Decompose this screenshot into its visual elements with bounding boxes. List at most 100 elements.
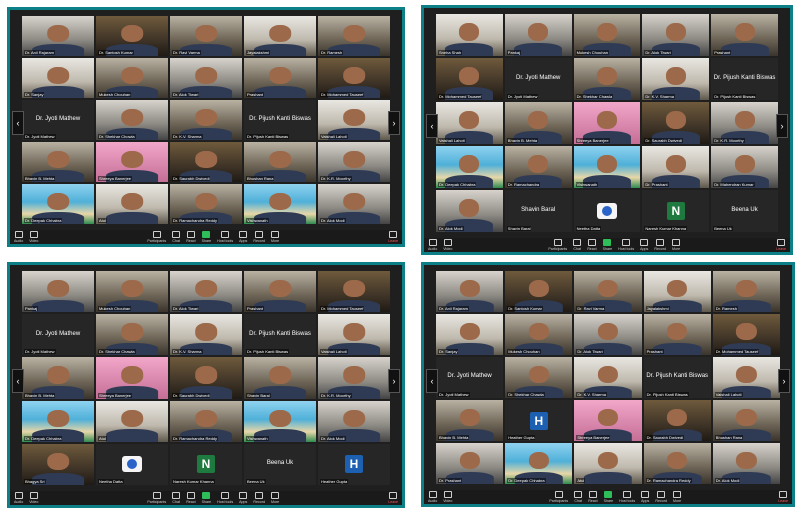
participant-tile[interactable]: Vaishali Lahoti xyxy=(436,102,503,144)
toolbar-more-button[interactable]: More xyxy=(673,491,681,503)
toolbar-share-button[interactable]: Share xyxy=(603,239,612,251)
toolbar-leave-button[interactable]: Leave xyxy=(776,239,786,251)
toolbar-apps-button[interactable]: Apps xyxy=(640,239,648,251)
participant-tile[interactable]: Dr. Saurabh Dwivedi xyxy=(170,142,242,182)
participant-tile[interactable]: Vaishali Lahoti xyxy=(318,314,390,356)
participant-tile[interactable]: Sneha Shah xyxy=(436,14,503,56)
next-page-arrow[interactable]: › xyxy=(388,111,400,135)
participant-tile[interactable]: Dr. K.V. Sharma xyxy=(574,357,642,398)
participant-tile[interactable]: Dr. Pijush Kanti Biswas Dr. Pijush Kanti … xyxy=(711,58,778,100)
previous-page-arrow[interactable]: ‹ xyxy=(12,111,24,135)
participant-tile[interactable]: Shavin Baral Shavin Baral xyxy=(504,190,572,232)
toolbar-audio-button[interactable]: Audio xyxy=(14,492,23,504)
participant-tile[interactable]: Dr. K.V. Sharma xyxy=(170,100,242,140)
toolbar-video-button[interactable]: Video xyxy=(443,239,452,251)
participant-tile[interactable]: Bhavin B. Mehta xyxy=(22,357,94,399)
participant-tile[interactable]: Atul xyxy=(96,184,168,224)
participant-tile[interactable]: Prashant xyxy=(711,14,778,56)
toolbar-video-button[interactable]: Video xyxy=(29,492,38,504)
participant-tile[interactable]: Shreeya Banerjee xyxy=(573,102,641,144)
participant-tile[interactable]: Dr. Alok Modi xyxy=(712,443,780,484)
participant-tile[interactable]: Mukesh Chouhan xyxy=(96,271,168,313)
participant-tile[interactable]: Beena Uk Beena Uk xyxy=(711,190,778,232)
toolbar-audio-button[interactable]: Audio xyxy=(428,491,437,503)
participant-tile[interactable]: Dr. Ramachandra Reddy xyxy=(643,443,711,484)
participant-tile[interactable]: Dr. Ramachandra Reddy xyxy=(170,400,242,442)
participant-tile[interactable]: Dr. Jyoti Mathew Dr. Jyoti Mathew xyxy=(504,58,572,100)
toolbar-leave-button[interactable]: Leave xyxy=(778,491,788,503)
participant-tile[interactable]: Vishwanath xyxy=(244,184,316,224)
participant-tile[interactable]: Dr. Pijush Kanti Biswas Dr. Pijush Kanti … xyxy=(244,100,316,140)
participant-tile[interactable]: Jayalakshmi xyxy=(643,271,711,312)
participant-tile[interactable]: Dr. Sanjay xyxy=(22,58,94,98)
next-page-arrow[interactable]: › xyxy=(776,114,788,138)
toolbar-chat-button[interactable]: Chat xyxy=(172,231,181,243)
participant-tile[interactable]: Dr. Santosh Kumar xyxy=(505,271,573,312)
participant-tile[interactable]: Dr. Pijush Kanti Biswas Dr. Pijush Kanti … xyxy=(643,357,711,398)
participant-tile[interactable]: Mukesh Chouhan xyxy=(96,58,168,98)
participant-tile[interactable]: Dr. K.V. Sharma xyxy=(642,58,710,100)
previous-page-arrow[interactable]: ‹ xyxy=(426,368,438,393)
participant-tile[interactable]: Prashant xyxy=(643,314,711,355)
toolbar-record-button[interactable]: Record xyxy=(253,231,265,243)
participant-tile[interactable]: Bhavin B. Mehta xyxy=(22,142,94,182)
participant-tile[interactable]: H Heather Gupta xyxy=(505,400,573,441)
participant-tile[interactable]: Bhushan Rana xyxy=(712,400,780,441)
participant-tile[interactable]: N Naresh Kumar Khanna xyxy=(642,190,710,232)
toolbar-record-button[interactable]: Record xyxy=(253,492,265,504)
participant-tile[interactable]: Dr. Mohammed Tauseef xyxy=(712,314,780,355)
participant-tile[interactable]: Vaishali Lahoti xyxy=(318,100,390,140)
toolbar-participants-button[interactable]: Participants xyxy=(548,239,567,251)
participant-tile[interactable]: Pankaj xyxy=(22,271,94,313)
participant-tile[interactable]: Dr. Ramesh xyxy=(318,16,390,56)
participant-tile[interactable]: Dr. Mohammed Tauseef xyxy=(318,271,390,313)
participant-tile[interactable]: Dr. Shekhar Chawla xyxy=(96,314,168,356)
participant-tile[interactable]: Mukesh Chouhan xyxy=(505,314,573,355)
next-page-arrow[interactable]: › xyxy=(388,369,400,393)
toolbar-host-button[interactable]: Host tools xyxy=(618,239,634,251)
participant-tile[interactable]: Pankaj xyxy=(504,14,572,56)
participant-tile[interactable]: Dr. Ravi Varma xyxy=(170,16,242,56)
toolbar-react-button[interactable]: React xyxy=(186,231,196,243)
toolbar-leave-button[interactable]: Leave xyxy=(388,231,398,243)
participant-tile[interactable]: Dr. Prashant xyxy=(642,146,710,188)
participant-tile[interactable]: Dr. Santosh Kumar xyxy=(96,16,168,56)
participant-tile[interactable]: Atul xyxy=(96,400,168,442)
toolbar-host-button[interactable]: Host tools xyxy=(619,491,635,503)
participant-tile[interactable]: Dr. K.R. Moorthy xyxy=(711,102,778,144)
participant-tile[interactable]: Dr. Shekhar Chawla xyxy=(573,58,641,100)
participant-tile[interactable]: Dr. Alok Modi xyxy=(318,400,390,442)
participant-tile[interactable]: Shavin Baral xyxy=(244,357,316,399)
participant-tile[interactable]: Dr. Mohammed Tauseef xyxy=(318,58,390,98)
participant-tile[interactable]: Bhagya Sri xyxy=(22,443,94,485)
participant-tile[interactable]: Dr. Alok Tiwari xyxy=(170,271,242,313)
participant-tile[interactable]: Dr. Alok Tiwari xyxy=(642,14,710,56)
participant-tile[interactable]: Dr. Alok Modi xyxy=(318,184,390,224)
participant-tile[interactable]: Vaishali Lahoti xyxy=(712,357,780,398)
toolbar-video-button[interactable]: Video xyxy=(443,491,452,503)
participant-tile[interactable]: H Heather Gupta xyxy=(318,443,390,485)
participant-tile[interactable]: Dr. K.R. Moorthy xyxy=(318,357,390,399)
participant-tile[interactable]: Atul xyxy=(574,443,642,484)
participant-tile[interactable]: Dr. Deepak Chhabra xyxy=(22,400,94,442)
participant-tile[interactable]: Dr. Pijush Kanti Biswas Dr. Pijush Kanti … xyxy=(244,314,316,356)
participant-tile[interactable]: Shreeya Banerjee xyxy=(96,357,168,399)
toolbar-audio-button[interactable]: Audio xyxy=(428,239,437,251)
participant-tile[interactable]: Dr. Shekhar Chawla xyxy=(505,357,573,398)
toolbar-record-button[interactable]: Record xyxy=(654,239,666,251)
participant-tile[interactable]: Dr. Deepak Chhabra xyxy=(505,443,573,484)
participant-tile[interactable]: Dr. Ramachandra xyxy=(504,146,572,188)
participant-tile[interactable]: Dr. Ramesh xyxy=(712,271,780,312)
participant-tile[interactable]: Dr. Prashant xyxy=(436,443,504,484)
toolbar-chat-button[interactable]: Chat xyxy=(574,491,583,503)
participant-tile[interactable]: Bhavin B. Mehta xyxy=(436,400,504,441)
participant-tile[interactable]: Vishwanath xyxy=(573,146,641,188)
participant-tile[interactable]: Dr. Jyoti Mathew Dr. Jyoti Mathew xyxy=(22,100,94,140)
participant-tile[interactable]: N Naresh Kumar Khanna xyxy=(170,443,242,485)
previous-page-arrow[interactable]: ‹ xyxy=(426,114,438,138)
toolbar-more-button[interactable]: More xyxy=(271,231,279,243)
toolbar-share-button[interactable]: Share xyxy=(202,231,211,243)
participant-tile[interactable]: Dr. Alok Tiwari xyxy=(574,314,642,355)
participant-tile[interactable]: Dr. Ramachandra Reddy xyxy=(170,184,242,224)
participant-tile[interactable]: Dr. Mahendran Kumar xyxy=(711,146,778,188)
